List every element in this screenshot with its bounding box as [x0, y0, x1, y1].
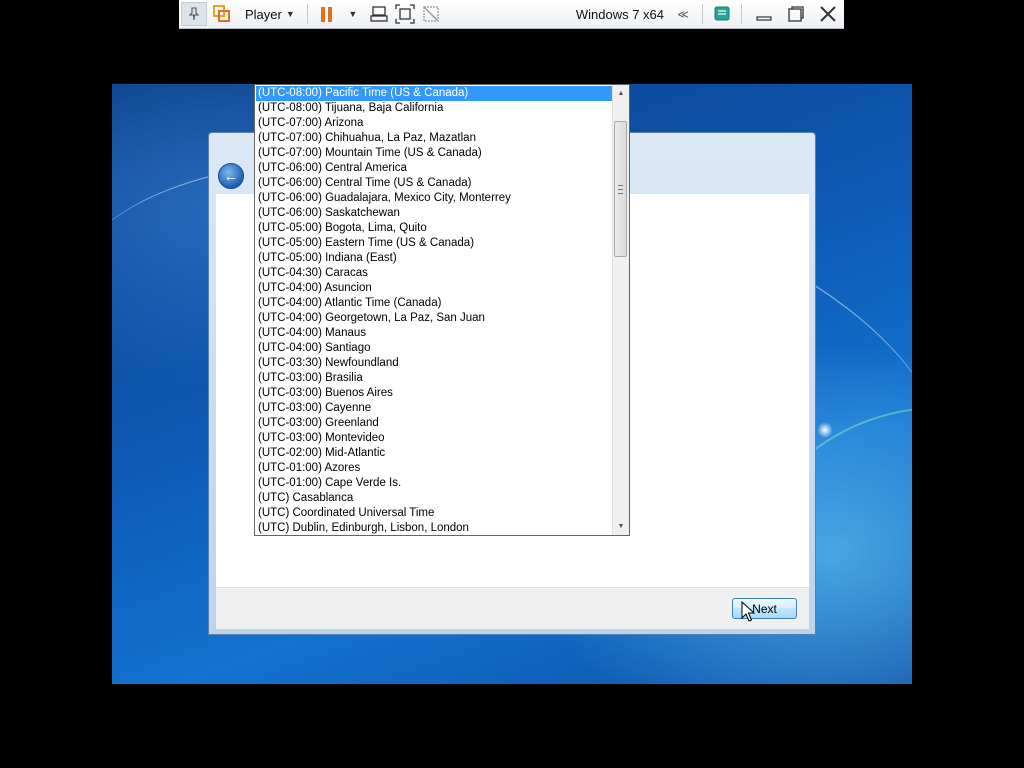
- timezone-option[interactable]: (UTC-05:00) Bogota, Lima, Quito: [256, 221, 613, 236]
- minimize-icon: [756, 16, 772, 21]
- vmware-player-toolbar: Player ▼ ▼ Windows 7 x64 ≪: [179, 0, 844, 29]
- timezone-option[interactable]: (UTC-03:00) Buenos Aires: [256, 386, 613, 401]
- toolbar-divider: [306, 4, 308, 24]
- timezone-option[interactable]: (UTC) Dublin, Edinburgh, Lisbon, London: [256, 521, 613, 535]
- toolbar-divider: [702, 4, 703, 24]
- timezone-option[interactable]: (UTC-07:00) Arizona: [256, 116, 613, 131]
- unity-button[interactable]: [420, 2, 442, 26]
- next-button-label: Next: [752, 601, 777, 616]
- close-button[interactable]: [814, 2, 842, 26]
- back-button[interactable]: ←: [218, 163, 244, 189]
- vmware-logo-button[interactable]: [211, 2, 233, 26]
- mouse-cursor-icon: [741, 601, 755, 622]
- pause-button[interactable]: [316, 2, 338, 26]
- chevron-down-icon: ▼: [348, 9, 358, 19]
- timezone-option[interactable]: (UTC-03:00) Cayenne: [256, 401, 613, 416]
- timezone-option[interactable]: (UTC-04:30) Caracas: [256, 266, 613, 281]
- vmware-logo-icon: [213, 5, 230, 22]
- timezone-option[interactable]: (UTC-08:00) Tijuana, Baja California: [256, 101, 613, 116]
- pin-toolbar-button[interactable]: [181, 2, 207, 26]
- message-icon: [714, 6, 730, 21]
- pin-icon: [188, 7, 200, 21]
- timezone-option[interactable]: (UTC-03:30) Newfoundland: [256, 356, 613, 371]
- player-menu-label: Player: [245, 6, 282, 22]
- pause-icon: [321, 6, 333, 22]
- timezone-option[interactable]: (UTC-04:00) Asuncion: [256, 281, 613, 296]
- vm-name-label: Windows 7 x64: [575, 6, 664, 22]
- timezone-option[interactable]: (UTC-05:00) Eastern Time (US & Canada): [256, 236, 613, 251]
- timezone-option[interactable]: (UTC-03:00) Montevideo: [256, 431, 613, 446]
- timezone-option[interactable]: (UTC-06:00) Saskatchewan: [256, 206, 613, 221]
- timezone-option[interactable]: (UTC-03:00) Brasilia: [256, 371, 613, 386]
- windows-flag-glow: [817, 422, 833, 438]
- scroll-thumb[interactable]: [614, 121, 627, 257]
- chevron-down-icon: ▼: [285, 9, 295, 19]
- timezone-option[interactable]: (UTC-05:00) Indiana (East): [256, 251, 613, 266]
- timezone-option[interactable]: (UTC-01:00) Azores: [256, 461, 613, 476]
- back-arrow-icon: ←: [223, 167, 239, 185]
- fit-guest-icon: [395, 4, 415, 24]
- player-menu[interactable]: Player ▼: [237, 2, 299, 26]
- timezone-option[interactable]: (UTC-06:00) Guadalajara, Mexico City, Mo…: [256, 191, 613, 206]
- timezone-option[interactable]: (UTC-04:00) Georgetown, La Paz, San Juan: [256, 311, 613, 326]
- minimize-button[interactable]: [750, 2, 778, 26]
- dialog-footer: Next: [216, 587, 809, 629]
- send-ctrl-alt-del-icon: [370, 6, 388, 22]
- unity-icon: [423, 6, 439, 22]
- timezone-options: (UTC-08:00) Pacific Time (US & Canada) (U…: [256, 86, 613, 535]
- timezone-dropdown-list[interactable]: (UTC-08:00) Pacific Time (US & Canada) (U…: [254, 84, 630, 536]
- collapse-toolbar-icon[interactable]: ≪: [672, 2, 694, 26]
- timezone-option[interactable]: (UTC-02:00) Mid-Atlantic: [256, 446, 613, 461]
- scroll-down-icon[interactable]: ▼: [613, 518, 629, 535]
- timezone-option[interactable]: (UTC-04:00) Santiago: [256, 341, 613, 356]
- vertical-scrollbar[interactable]: ▲ ▼: [612, 85, 629, 535]
- grip-icon: [618, 184, 623, 194]
- timezone-option[interactable]: (UTC-06:00) Central America: [256, 161, 613, 176]
- timezone-option[interactable]: (UTC-01:00) Cape Verde Is.: [256, 476, 613, 491]
- power-dropdown-button[interactable]: ▼: [342, 2, 364, 26]
- timezone-option[interactable]: (UTC-04:00) Atlantic Time (Canada): [256, 296, 613, 311]
- fit-guest-button[interactable]: [394, 2, 416, 26]
- toolbar-divider: [741, 4, 742, 24]
- timezone-option[interactable]: (UTC) Coordinated Universal Time: [256, 506, 613, 521]
- restore-icon: [788, 6, 804, 22]
- message-log-button[interactable]: [711, 2, 733, 26]
- timezone-option[interactable]: (UTC) Casablanca: [256, 491, 613, 506]
- close-icon: [820, 6, 836, 22]
- timezone-option[interactable]: (UTC-06:00) Central Time (US & Canada): [256, 176, 613, 191]
- timezone-option[interactable]: (UTC-04:00) Manaus: [256, 326, 613, 341]
- send-ctrl-alt-del-button[interactable]: [368, 2, 390, 26]
- timezone-option[interactable]: (UTC-08:00) Pacific Time (US & Canada): [256, 86, 613, 101]
- scroll-up-icon[interactable]: ▲: [613, 85, 629, 102]
- timezone-option[interactable]: (UTC-03:00) Greenland: [256, 416, 613, 431]
- timezone-option[interactable]: (UTC-07:00) Chihuahua, La Paz, Mazatlan: [256, 131, 613, 146]
- timezone-option[interactable]: (UTC-07:00) Mountain Time (US & Canada): [256, 146, 613, 161]
- restore-button[interactable]: [782, 2, 810, 26]
